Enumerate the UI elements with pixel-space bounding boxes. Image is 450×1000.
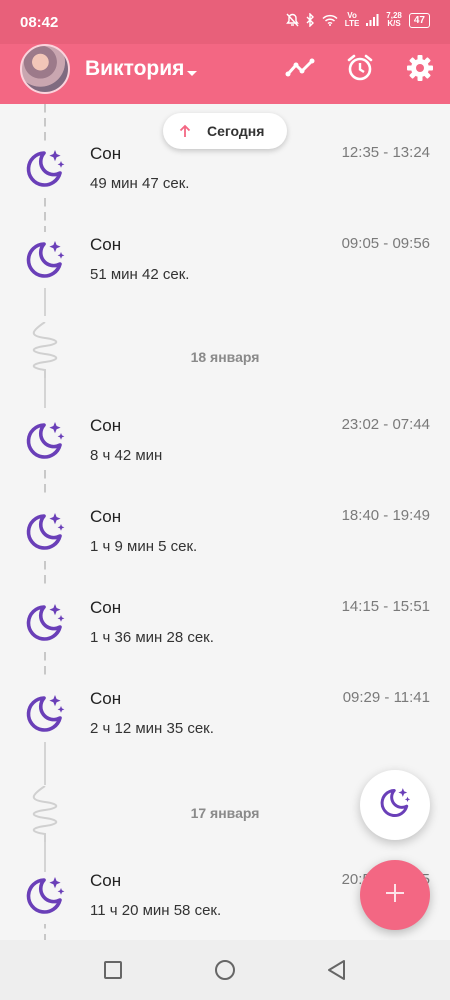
alarm-button[interactable]: [344, 54, 376, 86]
entry-duration: 49 мин 47 сек.: [90, 175, 190, 192]
bluetooth-icon: [306, 13, 315, 27]
sleep-entry[interactable]: Сон 23:02 - 07:44 8 ч 42 мин: [0, 414, 450, 505]
arrow-up-icon: [179, 124, 191, 138]
moon-icon: [22, 873, 68, 924]
avatar[interactable]: [20, 44, 70, 94]
statistics-button[interactable]: [284, 54, 316, 86]
entry-title: Сон: [90, 871, 122, 890]
sleep-entry[interactable]: Сон 14:15 - 15:51 1 ч 36 мин 28 сек.: [0, 596, 450, 687]
sleep-entry[interactable]: Сон 09:05 - 09:56 51 мин 42 сек.: [0, 233, 450, 324]
recents-button[interactable]: [101, 960, 125, 984]
entry-time-range: 09:29 - 11:41: [342, 689, 430, 706]
entry-title: Сон: [90, 416, 122, 435]
scroll-to-today-button[interactable]: Сегодня: [163, 113, 287, 149]
moon-stars-icon: [377, 785, 413, 826]
entry-time-range: 23:02 - 07:44: [341, 416, 430, 433]
entry-duration: 11 ч 20 мин 58 сек.: [90, 902, 222, 919]
entry-duration: 8 ч 42 мин: [90, 447, 163, 464]
entry-time-range: 18:40 - 19:49: [341, 507, 430, 524]
status-time: 08:42: [20, 14, 59, 31]
status-bar: 08:42 Vo LTE 7,28 K/S 47: [0, 0, 450, 44]
app-bar: Виктория: [0, 44, 450, 104]
entry-title: Сон: [90, 144, 122, 163]
entry-duration: 51 мин 42 сек.: [90, 266, 190, 283]
timeline-connector: [44, 104, 46, 144]
gear-icon: [406, 54, 434, 87]
plus-icon: [384, 882, 406, 909]
muted-bell-icon: [285, 13, 299, 27]
entry-time-range: 12:35 - 13:24: [341, 144, 430, 161]
square-icon: [103, 960, 123, 985]
entry-duration: 2 ч 12 мин 35 сек.: [90, 720, 214, 737]
signal-icon: [366, 14, 379, 26]
moon-icon: [22, 418, 68, 469]
entry-title: Сон: [90, 235, 122, 254]
sleep-entry[interactable]: Сон 18:40 - 19:49 1 ч 9 мин 5 сек.: [0, 505, 450, 596]
home-button[interactable]: [213, 959, 237, 986]
timeline-connector: [44, 378, 46, 408]
entry-title: Сон: [90, 598, 122, 617]
entry-duration: 1 ч 9 мин 5 сек.: [90, 538, 198, 555]
sleep-entry[interactable]: Сон 09:29 - 11:41 2 ч 12 мин 35 сек.: [0, 687, 450, 778]
moon-icon: [22, 691, 68, 742]
date-separator: 18 января: [190, 349, 260, 365]
network-speed: 7,28 K/S: [386, 11, 402, 28]
entry-title: Сон: [90, 507, 122, 526]
status-icons: Vo LTE 7,28 K/S 47: [285, 11, 430, 28]
chevron-down-icon[interactable]: [186, 65, 198, 83]
triangle-back-icon: [326, 959, 346, 986]
wifi-icon: [322, 14, 338, 26]
entry-duration: 1 ч 36 мин 28 сек.: [90, 629, 214, 646]
chart-icon: [285, 57, 315, 84]
system-nav-bar: [0, 940, 450, 1000]
moon-icon: [22, 146, 68, 197]
back-button[interactable]: [324, 959, 348, 986]
circle-icon: [214, 959, 236, 986]
settings-button[interactable]: [404, 54, 436, 86]
network-type: Vo LTE: [344, 11, 360, 28]
profile-name[interactable]: Виктория: [85, 57, 184, 81]
moon-icon: [22, 509, 68, 560]
add-entry-fab[interactable]: [360, 860, 430, 930]
timeline-connector: [44, 842, 46, 872]
sleep-entry[interactable]: Сон 12:35 - 13:24 49 мин 47 сек.: [0, 142, 450, 233]
entry-time-range: 14:15 - 15:51: [341, 598, 430, 615]
entry-time-range: 09:05 - 09:56: [341, 235, 430, 252]
add-sleep-fab[interactable]: [360, 770, 430, 840]
scroll-to-today-label: Сегодня: [207, 123, 265, 139]
alarm-icon: [346, 54, 374, 87]
entry-title: Сон: [90, 689, 122, 708]
moon-icon: [22, 600, 68, 651]
moon-icon: [22, 237, 68, 288]
battery-indicator: 47: [408, 12, 430, 28]
